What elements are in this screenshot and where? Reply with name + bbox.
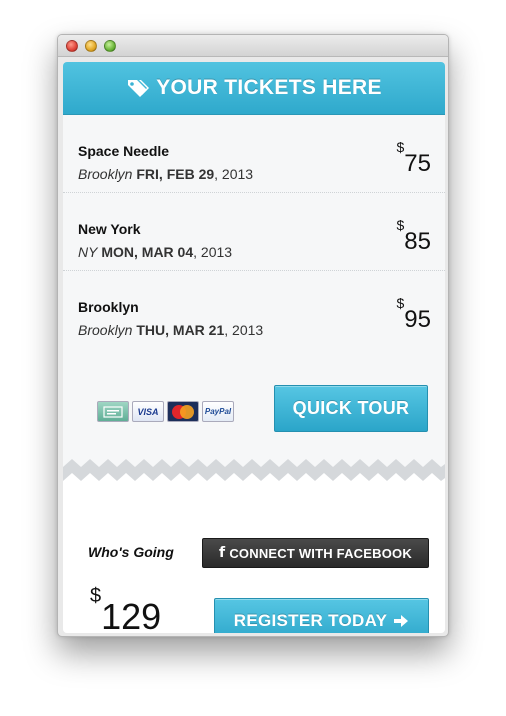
tag-icon — [128, 80, 150, 97]
facebook-button-label: CONNECT WITH FACEBOOK — [229, 545, 412, 561]
minimize-button[interactable] — [85, 40, 97, 52]
mastercard-icon — [167, 401, 199, 422]
ticket-name: New York — [78, 221, 141, 237]
tickets-panel: YOUR TICKETS HERE Space Needle Brooklyn … — [63, 62, 445, 633]
app-window: YOUR TICKETS HERE Space Needle Brooklyn … — [57, 34, 449, 637]
ticket-date: Brooklyn FRI, FEB 29, 2013 — [78, 166, 253, 182]
ticket-year: , 2013 — [193, 244, 233, 260]
ticket-year: , 2013 — [224, 322, 264, 338]
ticket-date: Brooklyn THU, MAR 21, 2013 — [78, 322, 263, 338]
ticket-location: Brooklyn — [78, 322, 133, 338]
ticket-price: $95 — [397, 295, 432, 334]
tickets-header: YOUR TICKETS HERE — [63, 62, 445, 115]
zoom-button[interactable] — [104, 40, 116, 52]
amex-icon — [97, 401, 129, 422]
ticket-date: NY MON, MAR 04, 2013 — [78, 244, 232, 260]
ticket-day: THU, MAR 21 — [136, 322, 225, 338]
visa-icon: VISA — [132, 401, 164, 422]
register-button-label: REGISTER TODAY — [233, 611, 388, 630]
ticket-name: Brooklyn — [78, 299, 139, 315]
ticket-price: $75 — [397, 139, 432, 178]
price-value: 95 — [404, 306, 431, 333]
close-button[interactable] — [66, 40, 78, 52]
facebook-icon: f — [219, 545, 226, 561]
zigzag-divider — [63, 459, 445, 514]
total-amount: 129 — [101, 596, 162, 633]
connect-facebook-button[interactable]: f CONNECT WITH FACEBOOK — [202, 538, 429, 568]
arrow-right-icon — [394, 615, 409, 627]
whos-going-label: Who's Going — [88, 544, 174, 560]
ticket-location: NY — [78, 244, 98, 260]
currency-symbol: $ — [90, 585, 102, 607]
register-button[interactable]: REGISTER TODAY — [214, 598, 429, 633]
ticket-price: $85 — [397, 217, 432, 256]
ticket-location: Brooklyn — [78, 166, 133, 182]
quick-tour-button[interactable]: QUICK TOUR — [274, 385, 428, 432]
ticket-name: Space Needle — [78, 143, 170, 159]
payment-methods: VISA PayPal — [97, 401, 234, 422]
ticket-year: , 2013 — [214, 166, 254, 182]
total-price: $129 — [90, 585, 162, 633]
page-title: YOUR TICKETS HERE — [156, 76, 382, 99]
currency-symbol: $ — [396, 139, 405, 155]
currency-symbol: $ — [396, 217, 405, 233]
currency-symbol: $ — [396, 295, 405, 311]
paypal-icon: PayPal — [202, 401, 234, 422]
price-value: 75 — [404, 150, 431, 177]
ticket-day: FRI, FEB 29 — [136, 166, 215, 182]
price-value: 85 — [404, 228, 431, 255]
ticket-row[interactable]: Space Needle Brooklyn FRI, FEB 29, 2013 … — [63, 115, 445, 193]
ticket-day: MON, MAR 04 — [101, 244, 194, 260]
ticket-row[interactable]: Brooklyn Brooklyn THU, MAR 21, 2013 $95 — [63, 271, 445, 349]
title-bar[interactable] — [58, 35, 448, 57]
ticket-row[interactable]: New York NY MON, MAR 04, 2013 $85 — [63, 193, 445, 271]
